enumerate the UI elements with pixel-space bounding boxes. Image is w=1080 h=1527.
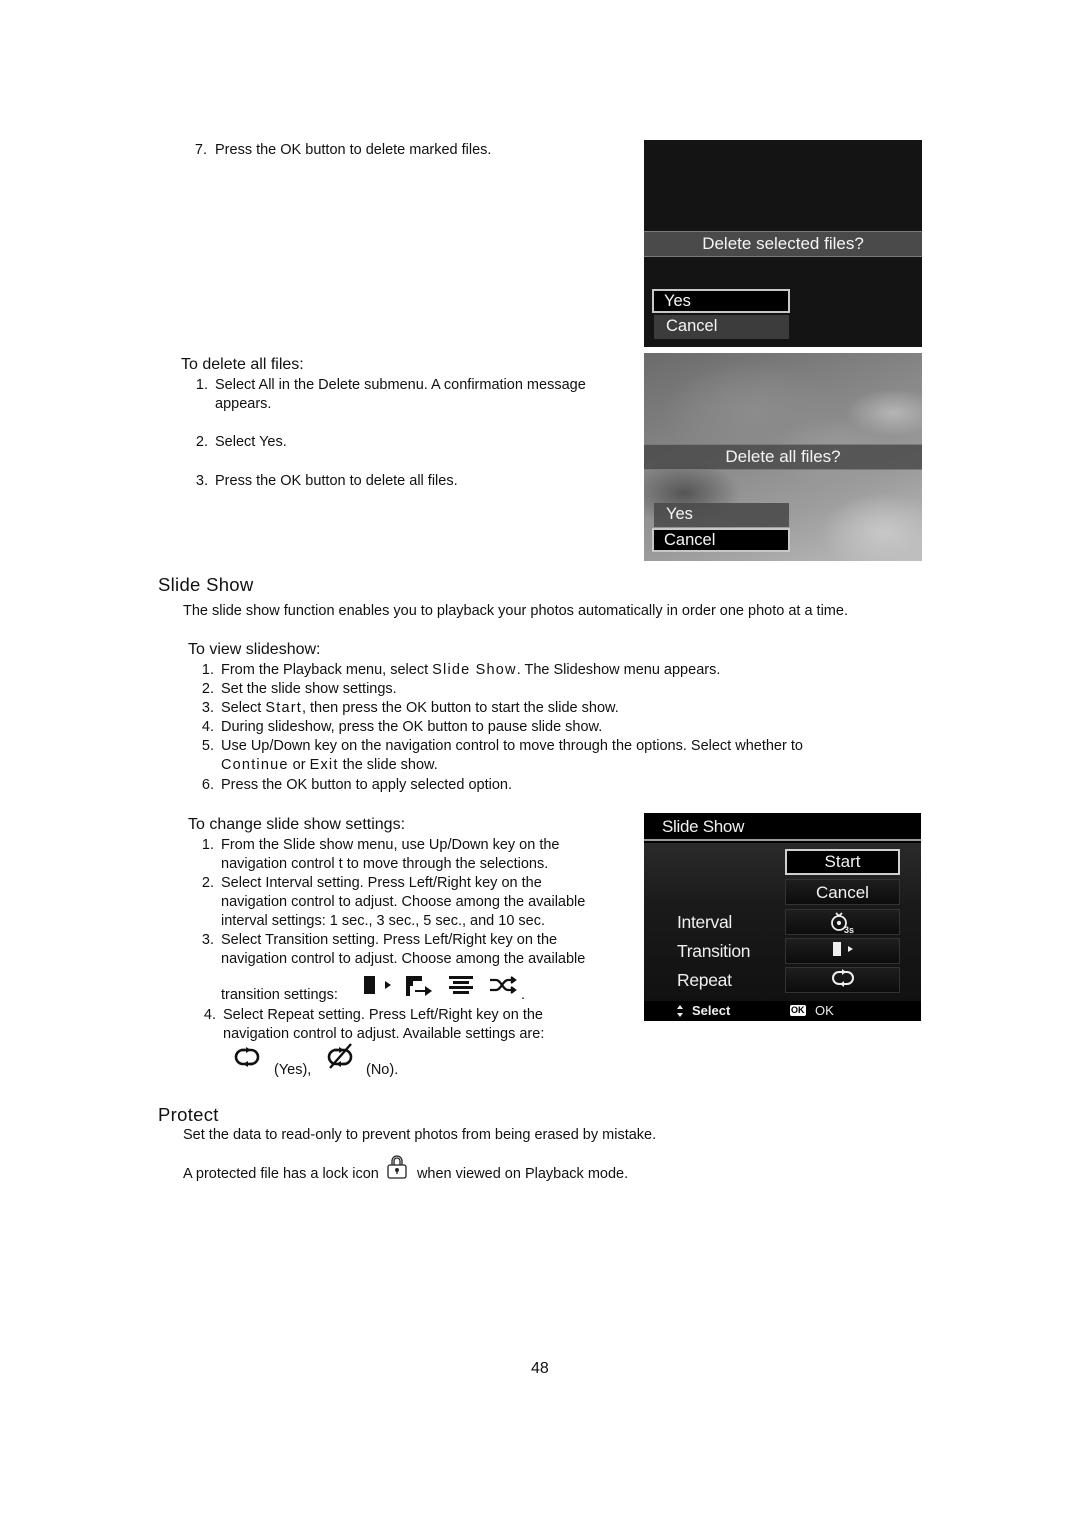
- protect-description: Set the data to read-only to prevent pho…: [183, 1127, 657, 1143]
- change-step-2-cont: navigation control to adjust. Choose amo…: [221, 894, 586, 910]
- page-number: 48: [531, 1360, 549, 1377]
- transition-random-icon: [489, 975, 519, 995]
- change-settings-heading: To change slide show settings:: [188, 816, 406, 833]
- menu-footer: Select OK OK: [644, 1001, 921, 1021]
- transition-value[interactable]: [785, 938, 900, 964]
- repeat-yes-label: (Yes),: [274, 1062, 312, 1078]
- option-cancel[interactable]: Cancel: [652, 528, 790, 552]
- ok-button-icon: OK: [790, 1005, 806, 1016]
- option-yes[interactable]: Yes: [654, 503, 789, 527]
- delete-all-step-3: 3. Press the OK button to delete all file…: [195, 473, 458, 489]
- change-step-2-cont-2: interval settings: 1 sec., 3 sec., 5 sec…: [221, 913, 545, 929]
- repeat-label: Repeat: [677, 970, 732, 990]
- change-step-3: 3. Select Transition setting. Press Left/…: [201, 932, 558, 948]
- view-step-2: 2. Set the slide show settings.: [201, 681, 397, 697]
- repeat-on-icon: [232, 1046, 262, 1068]
- change-step-1-cont: navigation control t to move through the…: [221, 856, 549, 872]
- view-step-6: 6. Press the OK button to apply selected …: [201, 777, 512, 793]
- transition-label: Transition: [677, 941, 751, 961]
- transition-blinds-icon: [447, 975, 477, 995]
- interval-value[interactable]: 3s: [785, 909, 900, 935]
- menu-title: Slide Show: [644, 813, 921, 841]
- cancel-button[interactable]: Cancel: [785, 879, 900, 905]
- interval-label: Interval: [677, 912, 732, 932]
- screen-slideshow-menu: Slide Show Start Cancel Interval 3s Tran…: [644, 813, 921, 1021]
- screen-delete-all: Delete all files? Yes Cancel: [644, 353, 922, 561]
- repeat-value[interactable]: [785, 967, 900, 993]
- step-delete-marked: 7. Press the OK button to delete marked f…: [194, 142, 492, 158]
- view-step-4: 4. During slideshow, press the OK button …: [201, 719, 603, 735]
- screen-delete-selected: Delete selected files? Yes Cancel: [644, 140, 922, 347]
- section-title-slide-show: Slide Show: [158, 574, 254, 595]
- change-step-3-cont: navigation control to adjust. Choose amo…: [221, 951, 586, 967]
- change-step-4-cont: navigation control to adjust. Available …: [223, 1026, 545, 1042]
- protect-lock-note: A protected file has a lock icon when vi…: [183, 1154, 628, 1184]
- delete-all-heading: To delete all files:: [181, 356, 304, 373]
- option-cancel[interactable]: Cancel: [654, 315, 789, 339]
- lock-icon: [385, 1154, 411, 1179]
- repeat-off-icon: [325, 1043, 355, 1069]
- prompt-banner: Delete selected files?: [644, 231, 922, 257]
- select-hint: Select: [692, 1003, 731, 1018]
- transition-settings-label: transition settings:: [221, 987, 338, 1003]
- view-slideshow-heading: To view slideshow:: [188, 641, 321, 658]
- interval-timer-icon: 3s: [830, 910, 856, 941]
- repeat-no-label: (No).: [366, 1062, 399, 1078]
- menu-body: Start Cancel Interval 3s Transition Repe…: [644, 843, 921, 1001]
- change-step-1: 1. From the Slide show menu, use Up/Down …: [201, 837, 560, 853]
- section-title-protect: Protect: [158, 1104, 219, 1125]
- option-yes[interactable]: Yes: [652, 289, 790, 313]
- up-down-arrows-icon: [676, 1001, 684, 1021]
- prompt-banner: Delete all files?: [644, 444, 922, 470]
- slide-show-intro: The slide show function enables you to p…: [183, 603, 848, 619]
- delete-all-step-2: 2. Select Yes.: [195, 434, 287, 450]
- view-step-5-cont: Continue or Exit the slide show.: [221, 757, 438, 773]
- transition-slide-icon: [831, 940, 855, 965]
- view-step-1: 1. From the Playback menu, select Slide S…: [201, 662, 721, 678]
- transition-settings-period: .: [521, 987, 526, 1003]
- repeat-icon: [831, 968, 855, 995]
- change-step-2: 2. Select Interval setting. Press Left/Ri…: [201, 875, 542, 891]
- transition-slide-icon: [363, 975, 393, 995]
- start-button[interactable]: Start: [785, 849, 900, 875]
- ok-hint: OK: [815, 1003, 834, 1018]
- delete-all-step-1-cont: appears.: [215, 396, 272, 412]
- view-step-5: 5. Use Up/Down key on the navigation cont…: [201, 738, 803, 754]
- view-step-3: 3. Select Start, then press the OK button…: [201, 700, 619, 716]
- change-step-4: 4. Select Repeat setting. Press Left/Righ…: [203, 1007, 543, 1023]
- delete-all-step-1: 1. Select All in the Delete submenu. A co…: [195, 377, 586, 393]
- svg-text:3s: 3s: [844, 925, 854, 934]
- transition-corner-icon: [405, 975, 435, 997]
